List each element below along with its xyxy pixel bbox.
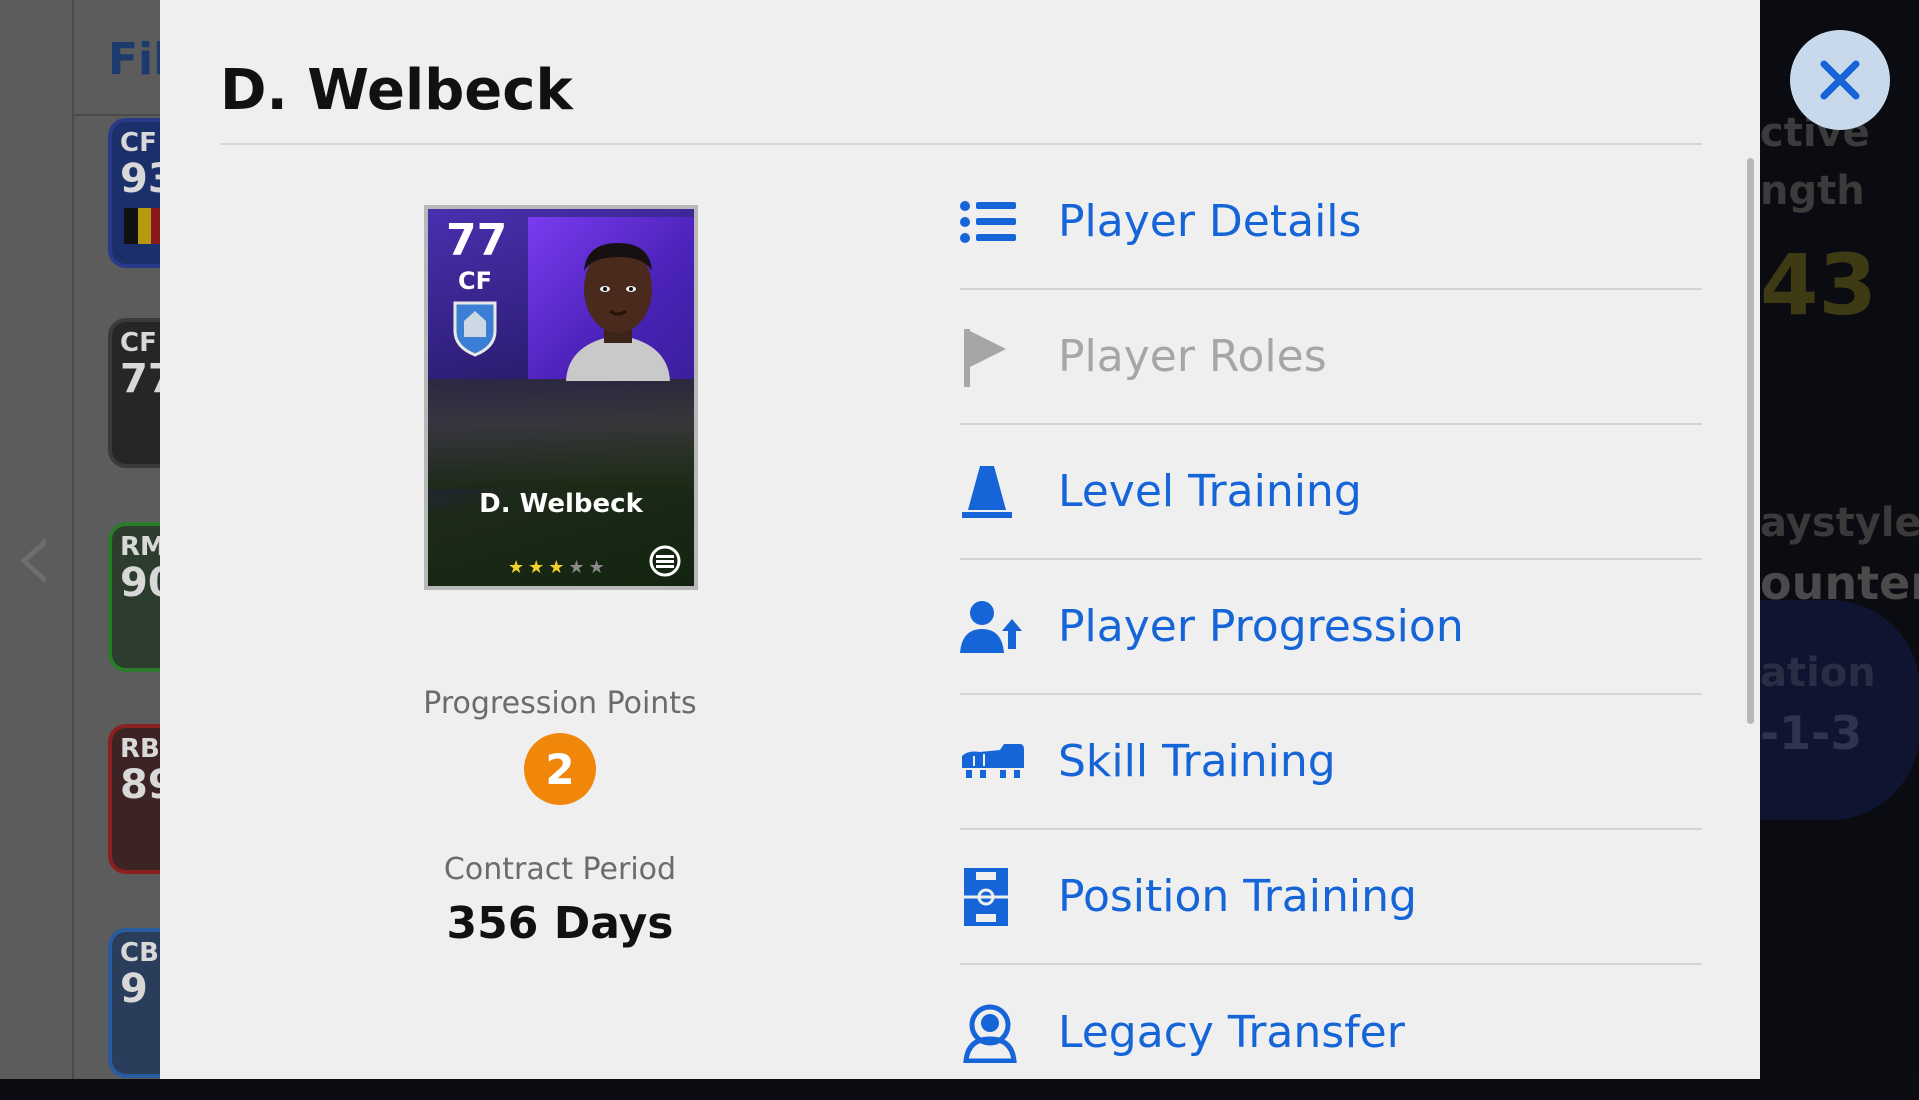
menu-item-label: Level Training bbox=[1058, 466, 1362, 517]
menu-item-position-training[interactable]: Position Training bbox=[960, 830, 1702, 965]
menu-item-label: Player Progression bbox=[1058, 601, 1464, 652]
club-crest-icon bbox=[453, 301, 497, 357]
progression-points-label: Progression Points bbox=[423, 686, 697, 721]
menu-item-skill-training[interactable]: Skill Training bbox=[960, 695, 1702, 830]
menu-item-label: Skill Training bbox=[1058, 736, 1336, 787]
menu-item-label: Legacy Transfer bbox=[1058, 1007, 1405, 1058]
menu-item-player-roles[interactable]: Player Roles bbox=[960, 290, 1702, 425]
player-options-menu: Player Details Player Roles Level Traini… bbox=[960, 155, 1702, 1100]
close-icon bbox=[1820, 60, 1860, 100]
scrollbar[interactable] bbox=[1747, 158, 1754, 724]
background-team-panel: ctive ngth 43 aystyle ounter ation -1-3 bbox=[1760, 0, 1919, 1079]
star-rating: ★★★★★ bbox=[508, 557, 609, 578]
player-options-modal: D. Welbeck 77 CF D. Welbeck ★★★★★ Progre… bbox=[160, 0, 1760, 1079]
chevron-left-icon: ‹ bbox=[12, 491, 56, 619]
menu-item-legacy-transfer[interactable]: Legacy Transfer bbox=[960, 965, 1702, 1100]
contract-period-label: Contract Period bbox=[443, 852, 677, 887]
player-portrait bbox=[566, 243, 670, 381]
player-position: CF bbox=[458, 267, 493, 295]
menu-item-label: Player Roles bbox=[1058, 331, 1327, 382]
menu-item-player-progression[interactable]: Player Progression bbox=[960, 560, 1702, 695]
header-divider bbox=[72, 114, 160, 116]
progression-points-badge: 2 bbox=[524, 733, 596, 805]
player-overall-rating: 77 bbox=[446, 215, 508, 266]
close-button[interactable] bbox=[1790, 30, 1890, 130]
flag-icon bbox=[124, 208, 164, 244]
person-badge-icon bbox=[960, 1003, 1036, 1063]
cone-icon bbox=[960, 462, 1036, 522]
list-icon bbox=[960, 192, 1036, 252]
menu-item-label: Player Details bbox=[1058, 196, 1362, 247]
boot-icon bbox=[960, 732, 1036, 792]
flag-icon bbox=[960, 327, 1036, 387]
efootball-logo-icon bbox=[649, 545, 681, 577]
contract-period-value: 356 Days bbox=[446, 898, 674, 949]
menu-item-label: Position Training bbox=[1058, 871, 1417, 922]
title-divider bbox=[220, 143, 1702, 145]
pitch-icon bbox=[960, 867, 1036, 927]
player-card-name: D. Welbeck bbox=[479, 489, 643, 519]
person-arrow-up-icon bbox=[960, 597, 1036, 657]
list-divider bbox=[72, 0, 74, 1079]
background-player-list: Fil ‹ CF 93 CF 77 RM 90 RB 89 CB 9 bbox=[0, 0, 178, 1079]
menu-item-player-details[interactable]: Player Details bbox=[960, 155, 1702, 290]
player-card[interactable]: 77 CF D. Welbeck ★★★★★ bbox=[424, 205, 698, 590]
page-title: D. Welbeck bbox=[220, 58, 573, 123]
menu-item-level-training[interactable]: Level Training bbox=[960, 425, 1702, 560]
